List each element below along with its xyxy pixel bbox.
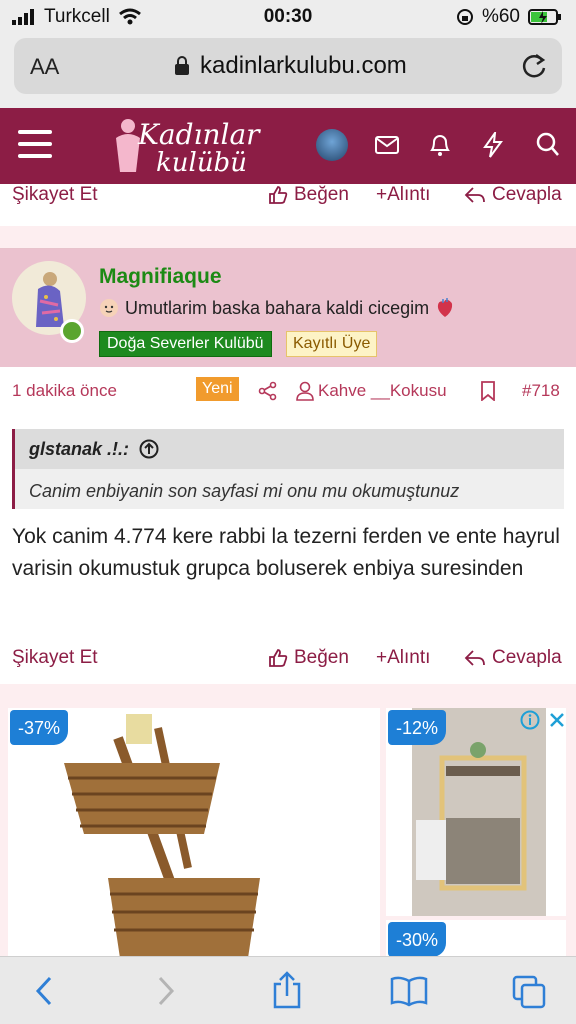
like-link[interactable]: Beğen — [268, 647, 349, 669]
site-header: Kadınlar kulübü — [0, 108, 576, 184]
status-right: %60 — [456, 6, 562, 28]
like-label: Beğen — [294, 184, 349, 205]
post-time[interactable]: 1 dakika önce — [12, 381, 117, 401]
back-icon[interactable] — [32, 975, 56, 1007]
forum-post: Magnifiaque Umutlarim baska bahara kaldi… — [0, 248, 576, 684]
logo-text-line1: Kadınlar — [138, 118, 260, 151]
mail-icon[interactable] — [374, 132, 400, 158]
arrow-up-circle-icon[interactable] — [139, 439, 159, 459]
browser-chrome: AA kadinlarkulubu.com — [0, 34, 576, 108]
discount-badge: -37% — [10, 710, 69, 745]
ad-product-card[interactable]: -30% — [386, 920, 566, 956]
new-badge: Yeni — [196, 377, 239, 401]
mention-user[interactable]: Kahve __Kokusu — [296, 381, 447, 401]
thumbs-up-icon — [269, 186, 288, 204]
user-status-text: Umutlarim baska bahara kaldi cicegim — [125, 297, 430, 318]
site-logo[interactable]: Kadınlar kulübü — [110, 114, 270, 178]
tabs-icon[interactable] — [512, 975, 546, 1009]
thread-content: Şikayet Et Beğen +Alıntı Cevapla Magnifi… — [0, 184, 576, 956]
lightning-icon[interactable] — [482, 132, 504, 158]
forward-icon[interactable] — [154, 975, 178, 1007]
search-icon[interactable] — [536, 132, 560, 158]
reply-icon — [464, 187, 485, 203]
ad-controls — [520, 710, 566, 730]
post-actions: Şikayet Et Beğen +Alıntı Cevapla — [0, 639, 576, 679]
battery-icon — [528, 9, 561, 25]
report-link[interactable]: Şikayet Et — [12, 184, 98, 206]
basket-stand-image-icon — [64, 714, 260, 956]
thumbs-up-icon — [269, 649, 288, 667]
like-label: Beğen — [294, 647, 349, 668]
reply-link[interactable]: Cevapla — [464, 184, 562, 206]
baby-emoji-icon — [100, 299, 118, 317]
text-size-button[interactable]: AA — [30, 54, 59, 80]
browser-toolbar — [0, 956, 576, 1024]
close-icon[interactable] — [548, 711, 566, 729]
discount-badge: -30% — [388, 922, 447, 956]
bookmarks-icon[interactable] — [390, 975, 428, 1007]
info-icon[interactable] — [520, 710, 540, 730]
account-avatar[interactable] — [316, 129, 348, 161]
anatomical-heart-icon — [438, 298, 453, 317]
reply-label: Cevapla — [492, 647, 562, 668]
reply-link[interactable]: Cevapla — [464, 647, 562, 669]
status-bar: Turkcell 00:30 %60 — [0, 0, 576, 34]
prev-post-actions: Şikayet Et Beğen +Alıntı Cevapla — [0, 184, 576, 226]
user-status: Umutlarim baska bahara kaldi cicegim — [99, 297, 455, 319]
quote-link[interactable]: +Alıntı — [376, 184, 430, 206]
username[interactable]: Magnifiaque — [99, 265, 222, 289]
menu-icon[interactable] — [18, 130, 52, 158]
battery-percent: %60 — [481, 6, 520, 27]
quote-link[interactable]: +Alıntı — [376, 647, 430, 669]
share-icon[interactable] — [272, 971, 302, 1009]
share-icon[interactable] — [258, 381, 278, 401]
mention-user-label: Kahve __Kokusu — [318, 381, 447, 400]
reply-label: Cevapla — [492, 184, 562, 205]
post-header: Magnifiaque Umutlarim baska bahara kaldi… — [0, 249, 576, 367]
post-number[interactable]: #718 — [522, 381, 560, 401]
group-badge[interactable]: Doğa Severler Kulübü — [99, 331, 272, 357]
like-link[interactable]: Beğen — [268, 184, 349, 206]
quote-block: glstanak .!.: Canim enbiyanin son sayfas… — [12, 429, 564, 509]
address-bar[interactable]: AA kadinlarkulubu.com — [14, 38, 562, 94]
lock-icon — [175, 56, 189, 75]
post-meta: 1 dakika önce Yeni Kahve __Kokusu #718 — [0, 367, 576, 413]
bell-icon[interactable] — [428, 132, 452, 158]
role-badge: Kayıtlı Üye — [286, 331, 378, 357]
url-text: kadinlarkulubu.com — [200, 52, 407, 79]
ad-banner[interactable]: -37% -12% -30% — [0, 704, 576, 956]
quote-header[interactable]: glstanak .!.: — [15, 429, 564, 469]
reload-icon[interactable] — [522, 52, 548, 80]
orientation-lock-icon — [456, 9, 473, 25]
quote-text: Canim enbiyanin son sayfasi mi onu mu ok… — [29, 481, 460, 501]
reply-icon — [464, 650, 485, 666]
ad-product-card[interactable]: -37% — [8, 708, 380, 956]
user-icon — [296, 381, 314, 401]
ad-product-card[interactable]: -12% — [386, 708, 566, 916]
logo-text-line2: kulübü — [156, 148, 247, 178]
url-display[interactable]: kadinlarkulubu.com — [174, 52, 407, 80]
online-indicator-icon — [60, 319, 84, 343]
bookmark-icon[interactable] — [480, 381, 496, 401]
report-link[interactable]: Şikayet Et — [12, 647, 98, 669]
post-body: Yok canim 4.774 kere rabbi la tezerni fe… — [12, 525, 560, 580]
discount-badge: -12% — [388, 710, 447, 745]
quote-author: glstanak .!.: — [29, 438, 130, 459]
